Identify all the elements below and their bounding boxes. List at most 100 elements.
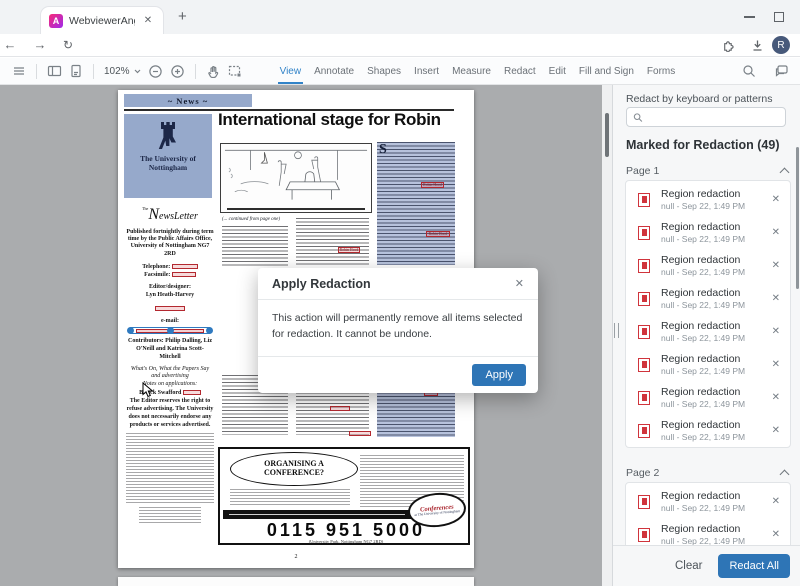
- telephone-line: Telephone:: [126, 263, 214, 271]
- tab-forms[interactable]: Forms: [647, 58, 675, 84]
- downloads-icon[interactable]: [748, 36, 766, 54]
- column3-text: [296, 218, 369, 266]
- region-redaction-icon: [638, 424, 650, 438]
- remove-item-icon[interactable]: [772, 260, 780, 271]
- toolbar-divider: [36, 64, 37, 79]
- left-panel-toggle-icon[interactable]: [43, 60, 65, 82]
- search-icon[interactable]: [738, 60, 760, 82]
- remove-item-icon[interactable]: [772, 425, 780, 436]
- redact-all-button[interactable]: Redact All: [718, 554, 790, 578]
- column4-highlighted-text[interactable]: [377, 142, 455, 265]
- article-headline: International stage for Robin: [218, 110, 472, 130]
- selection-handle[interactable]: [206, 327, 213, 334]
- document-scrollbar-thumb[interactable]: [605, 113, 609, 157]
- clear-button[interactable]: Clear: [675, 560, 702, 572]
- selection-handle[interactable]: [127, 327, 134, 334]
- tab-shapes[interactable]: Shapes: [367, 58, 401, 84]
- remove-item-icon[interactable]: [772, 194, 780, 205]
- region-redaction-icon: [638, 358, 650, 372]
- redaction-mark[interactable]: [183, 390, 201, 395]
- region-redaction-icon: [638, 391, 650, 405]
- left-column-imprint-text: [139, 507, 201, 523]
- remove-item-icon[interactable]: [772, 326, 780, 337]
- extensions-icon[interactable]: [718, 36, 736, 54]
- remove-item-icon[interactable]: [772, 392, 780, 403]
- page-1-group-header[interactable]: Page 1: [626, 165, 788, 177]
- redaction-list-item[interactable]: Region redactionnull - Sep 22, 1:49 PM: [626, 414, 790, 447]
- page-2-group-header[interactable]: Page 2: [626, 467, 788, 479]
- redaction-list-item[interactable]: Region redactionnull - Sep 22, 1:49 PM: [626, 348, 790, 381]
- tab-redact[interactable]: Redact: [504, 58, 536, 84]
- panel-title: Redact by keyboard or patterns: [626, 93, 773, 105]
- new-tab-button[interactable]: [178, 8, 187, 25]
- redaction-list-item[interactable]: Region redactionnull - Sep 22, 1:49 PM: [626, 485, 790, 518]
- page-controls-icon[interactable]: [65, 60, 87, 82]
- tab-close-icon[interactable]: [141, 15, 155, 26]
- apply-button[interactable]: Apply: [472, 364, 526, 386]
- zoom-in-button[interactable]: [167, 60, 189, 82]
- chevron-up-icon[interactable]: [780, 470, 790, 480]
- phone-redaction-line: [126, 299, 214, 317]
- left-column-body-text: [126, 433, 214, 503]
- redaction-mark[interactable]: [155, 306, 185, 311]
- tab-fill-and-sign[interactable]: Fill and Sign: [579, 58, 634, 84]
- redaction-mark[interactable]: [172, 272, 196, 277]
- notes-panel-icon[interactable]: [770, 60, 792, 82]
- remove-item-icon[interactable]: [772, 496, 780, 507]
- webviewer-toolbar: 102% View Annotate Shapes Insert Measure…: [0, 58, 800, 85]
- drop-cap: S: [379, 143, 387, 157]
- zoom-out-button[interactable]: [145, 60, 167, 82]
- redaction-list-item[interactable]: Region redactionnull - Sep 22, 1:49 PM: [626, 249, 790, 282]
- redaction-list-item[interactable]: Region redactionnull - Sep 22, 1:49 PM: [626, 381, 790, 414]
- chevron-down-icon: [134, 69, 141, 74]
- tab-annotate[interactable]: Annotate: [314, 58, 354, 84]
- tab-edit[interactable]: Edit: [549, 58, 566, 84]
- group-label: Page 2: [626, 467, 659, 479]
- panel-scrollbar-thumb[interactable]: [796, 147, 799, 289]
- redaction-list-item[interactable]: Region redactionnull - Sep 22, 1:49 PM: [626, 183, 790, 216]
- modal-close-icon[interactable]: [515, 277, 524, 290]
- redaction-mark[interactable]: [330, 406, 350, 411]
- tab-view[interactable]: View: [280, 58, 302, 84]
- redaction-search-box[interactable]: [626, 107, 786, 127]
- redaction-mark[interactable]: [172, 264, 198, 269]
- cartoon-illustration: [220, 143, 372, 213]
- remove-item-icon[interactable]: [772, 293, 780, 304]
- redaction-mark[interactable]: Robin Hood: [426, 231, 450, 237]
- toolbar-right-group: [738, 60, 792, 82]
- tab-insert[interactable]: Insert: [414, 58, 439, 84]
- redaction-mark[interactable]: [349, 431, 371, 436]
- redaction-mark[interactable]: Robin Hood: [338, 247, 360, 253]
- selected-redaction-annotation[interactable]: [130, 327, 210, 334]
- pan-tool-icon[interactable]: [202, 60, 224, 82]
- marquee-select-icon[interactable]: [224, 60, 246, 82]
- remove-item-icon[interactable]: [772, 227, 780, 238]
- facsimile-line: Facsimile:: [126, 271, 214, 279]
- window-maximize-button[interactable]: [774, 12, 784, 22]
- redaction-mark[interactable]: Robin Hood: [421, 182, 444, 188]
- modal-title: Apply Redaction: [272, 277, 371, 291]
- back-icon[interactable]: [2, 37, 18, 53]
- browser-tab[interactable]: WebviewerAngular: [40, 6, 164, 34]
- panel-resize-handle[interactable]: [614, 323, 619, 338]
- menu-icon[interactable]: [8, 60, 30, 82]
- region-redaction-icon: [638, 325, 650, 339]
- document-scrollbar[interactable]: [602, 85, 612, 586]
- search-input[interactable]: [648, 112, 779, 123]
- redaction-list-item[interactable]: Region redactionnull - Sep 22, 1:49 PM: [626, 282, 790, 315]
- window-minimize-button[interactable]: [744, 16, 755, 18]
- redaction-list-item[interactable]: Region redactionnull - Sep 22, 1:49 PM: [626, 315, 790, 348]
- redaction-list-item[interactable]: Region redactionnull - Sep 22, 1:49 PM: [626, 216, 790, 249]
- ad-callout-bar: [223, 510, 411, 519]
- chevron-up-icon[interactable]: [780, 168, 790, 178]
- remove-item-icon[interactable]: [772, 529, 780, 540]
- page-2-card: Region redactionnull - Sep 22, 1:49 PM R…: [625, 482, 791, 554]
- conference-ad: ORGANISING A CONFERENCE? 0115 951 5000 (…: [218, 447, 470, 545]
- profile-avatar[interactable]: R: [772, 36, 790, 54]
- zoom-level-dropdown[interactable]: 102%: [104, 66, 141, 77]
- forward-icon[interactable]: [32, 37, 48, 53]
- reload-icon[interactable]: [60, 37, 76, 53]
- ad-title: ORGANISING A CONFERENCE?: [230, 452, 358, 486]
- remove-item-icon[interactable]: [772, 359, 780, 370]
- tab-measure[interactable]: Measure: [452, 58, 491, 84]
